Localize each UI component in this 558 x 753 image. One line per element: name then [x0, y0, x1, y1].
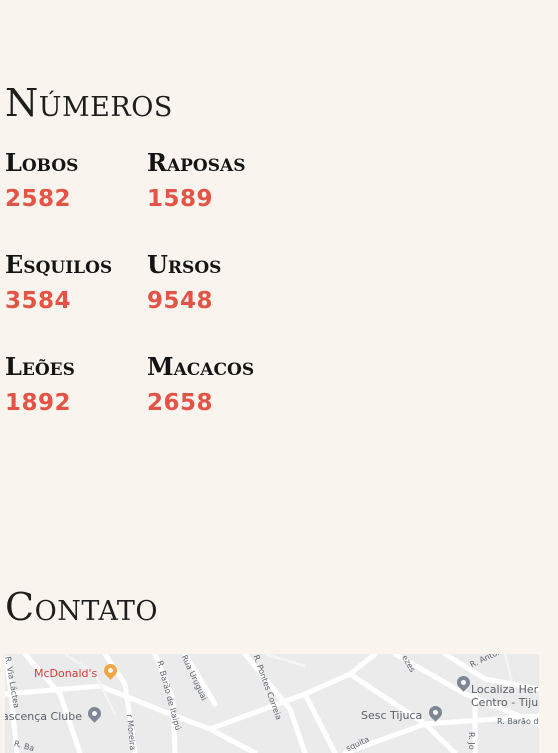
stat-value: 2658	[147, 390, 214, 416]
stat-ursos: Ursos 9548	[147, 250, 287, 314]
stat-raposas: Raposas 1589	[147, 148, 287, 212]
stat-label: Raposas	[147, 148, 246, 177]
stat-value: 9548	[147, 288, 214, 314]
stat-lobos: Lobos 2582	[5, 148, 145, 212]
stat-macacos: Macacos 2658	[147, 352, 287, 416]
map-place-label[interactable]: ascença Clube	[5, 711, 82, 722]
map-street-label: R. Jo	[467, 732, 476, 750]
stat-value: 1892	[5, 390, 72, 416]
stat-value: 1589	[147, 186, 214, 212]
map-place-label[interactable]: Centro - Tiju	[471, 697, 538, 708]
stat-label: Lobos	[5, 148, 79, 177]
contato-section-title: Contato	[5, 585, 159, 629]
stat-leoes: Leões 1892	[5, 352, 145, 416]
stat-label: Esquilos	[5, 250, 113, 279]
map-place-label[interactable]: Localiza Her	[471, 684, 538, 695]
map-street-label: R. Barão de	[497, 717, 539, 726]
map-place-label[interactable]: Sesc Tijuca	[361, 710, 422, 721]
stat-value: 3584	[5, 288, 72, 314]
map-place-label[interactable]: McDonald's	[34, 668, 97, 679]
stat-esquilos: Esquilos 3584	[5, 250, 145, 314]
embedded-map[interactable]: McDonald's ascença Clube Sesc Tijuca Loc…	[5, 654, 539, 753]
stat-label: Leões	[5, 352, 75, 381]
stat-value: 2582	[5, 186, 72, 212]
numeros-section-title: Números	[5, 81, 173, 125]
stat-label: Macacos	[147, 352, 255, 381]
stat-label: Ursos	[147, 250, 222, 279]
